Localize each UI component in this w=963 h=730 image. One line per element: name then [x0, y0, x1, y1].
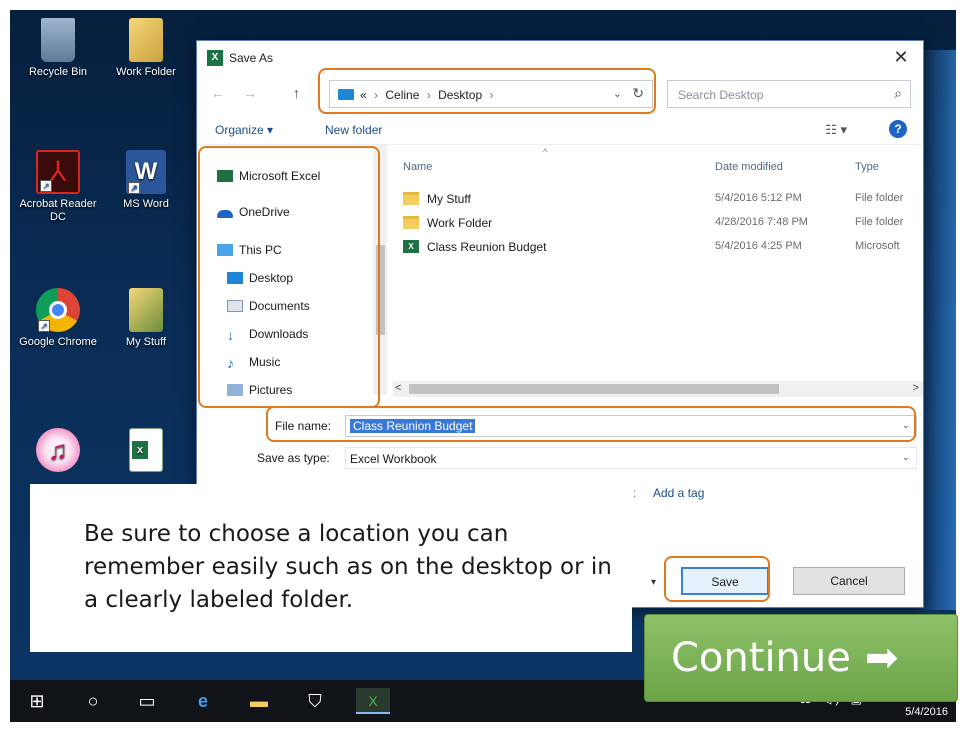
file-name: Class Reunion Budget: [427, 240, 547, 254]
navigation-pane-callout: [198, 146, 380, 408]
folder-icon: [403, 192, 419, 205]
continue-button[interactable]: Continue ➡: [644, 614, 958, 702]
column-header-date[interactable]: Date modified: [715, 161, 783, 173]
excel-taskbar-icon[interactable]: X: [356, 688, 390, 714]
store-icon[interactable]: ⛉: [302, 688, 328, 714]
file-date: 4/28/2016 7:48 PM: [715, 216, 808, 228]
desktop-icon-chrome[interactable]: ↗ Google Chrome: [16, 288, 100, 349]
folder-icon: [129, 288, 163, 332]
command-bar: Organize ▾ New folder ☷ ▾ ?: [197, 115, 923, 145]
save-button-callout: [664, 556, 770, 602]
desktop-icon-itunes[interactable]: ♫: [16, 428, 100, 476]
taskbar-date: 5/4/2016: [905, 706, 948, 718]
sort-indicator-icon: ^: [543, 147, 548, 157]
acrobat-icon: ⅄ ↗: [36, 150, 80, 194]
file-row[interactable]: My Stuff 5/4/2016 5:12 PM File folder: [403, 189, 923, 211]
save-type-value: Excel Workbook: [350, 452, 437, 466]
organize-button[interactable]: Organize ▾: [215, 123, 273, 137]
desktop-icon-label: My Stuff: [125, 336, 167, 348]
desktop-icon-label: Acrobat Reader DC: [19, 198, 97, 223]
recycle-bin-icon: [41, 18, 75, 62]
file-date: 5/4/2016 5:12 PM: [715, 192, 802, 204]
save-type-row: Save as type: Excel Workbook ⌄: [197, 445, 923, 471]
shortcut-arrow-icon: ↗: [128, 182, 140, 194]
arrow-right-icon: ➡: [864, 635, 899, 681]
desktop-icon-recycle-bin[interactable]: Recycle Bin: [16, 18, 100, 79]
scroll-right-icon[interactable]: >: [913, 382, 919, 394]
save-type-label: Save as type:: [257, 451, 330, 465]
save-type-select[interactable]: Excel Workbook ⌄: [345, 447, 917, 469]
excel-icon: X: [207, 50, 223, 66]
column-header-name[interactable]: Name: [403, 161, 432, 173]
desktop-icon-label: Work Folder: [116, 66, 176, 78]
word-icon: W ↗: [126, 150, 166, 194]
up-button[interactable]: ↑: [293, 85, 300, 101]
desktop-icon-acrobat[interactable]: ⅄ ↗ Acrobat Reader DC: [16, 150, 100, 224]
chrome-icon: ↗: [36, 288, 80, 332]
excel-file-icon: x: [129, 428, 163, 472]
file-date: 5/4/2016 4:25 PM: [715, 240, 802, 252]
instruction-box: Be sure to choose a location you can rem…: [30, 484, 632, 652]
desktop-icon-my-stuff[interactable]: My Stuff: [104, 288, 188, 349]
scrollbar-thumb[interactable]: [409, 384, 779, 394]
file-name: My Stuff: [427, 192, 471, 206]
file-name-callout: [266, 406, 916, 442]
folder-icon: [129, 18, 163, 62]
desktop-icon-label: Google Chrome: [19, 336, 97, 348]
file-name: Work Folder: [427, 216, 493, 230]
instruction-text: Be sure to choose a location you can rem…: [84, 521, 612, 613]
chevron-down-icon[interactable]: ⌄: [902, 452, 910, 463]
file-row[interactable]: X Class Reunion Budget 5/4/2016 4:25 PM …: [403, 237, 923, 259]
tags-separator: :: [633, 486, 637, 500]
help-icon[interactable]: ?: [889, 120, 907, 138]
desktop-icon-ms-word[interactable]: W ↗ MS Word: [104, 150, 188, 211]
search-circle-icon[interactable]: ○: [80, 688, 106, 714]
search-placeholder: Search Desktop: [678, 88, 764, 102]
continue-label: Continue: [671, 635, 851, 681]
desktop-icon-work-folder[interactable]: Work Folder: [104, 18, 188, 79]
excel-file-icon: X: [403, 240, 419, 253]
edge-icon[interactable]: e: [190, 688, 216, 714]
folder-icon: [403, 216, 419, 229]
desktop-icon-excel-file[interactable]: x: [104, 428, 188, 476]
file-list-scrollbar[interactable]: < >: [393, 381, 923, 397]
task-view-icon[interactable]: ▭: [134, 688, 160, 714]
file-row[interactable]: Work Folder 4/28/2016 7:48 PM File folde…: [403, 213, 923, 235]
shortcut-arrow-icon: ↗: [40, 180, 52, 192]
cancel-button[interactable]: Cancel: [793, 567, 905, 595]
forward-button[interactable]: →: [243, 85, 257, 101]
address-bar-callout: [318, 68, 656, 114]
desktop-icon-label: MS Word: [123, 198, 169, 210]
itunes-icon: ♫: [36, 428, 80, 472]
file-explorer-icon[interactable]: ▬: [246, 688, 272, 714]
back-button[interactable]: ←: [211, 85, 225, 101]
shortcut-arrow-icon: ↗: [38, 320, 50, 332]
search-input[interactable]: Search Desktop ⌕: [667, 80, 911, 108]
close-button[interactable]: ✕: [887, 45, 915, 69]
file-type: File folder: [855, 192, 904, 204]
column-header-type[interactable]: Type: [855, 161, 879, 173]
new-folder-button[interactable]: New folder: [325, 123, 382, 137]
tools-dropdown-icon[interactable]: ▾: [651, 577, 656, 588]
file-type: File folder: [855, 216, 904, 228]
search-icon[interactable]: ⌕: [894, 85, 902, 102]
add-tag-link[interactable]: Add a tag: [653, 486, 704, 500]
desktop-icon-label: Recycle Bin: [28, 66, 88, 78]
scroll-left-icon[interactable]: <: [395, 382, 401, 394]
dialog-title: Save As: [229, 51, 274, 65]
start-windows-icon[interactable]: ⊞: [24, 688, 50, 714]
file-list: ^ Name Date modified Type My Stuff 5/4/2…: [393, 145, 923, 401]
file-type: Microsoft: [855, 240, 900, 252]
view-options-icon[interactable]: ☷ ▾: [825, 122, 847, 138]
